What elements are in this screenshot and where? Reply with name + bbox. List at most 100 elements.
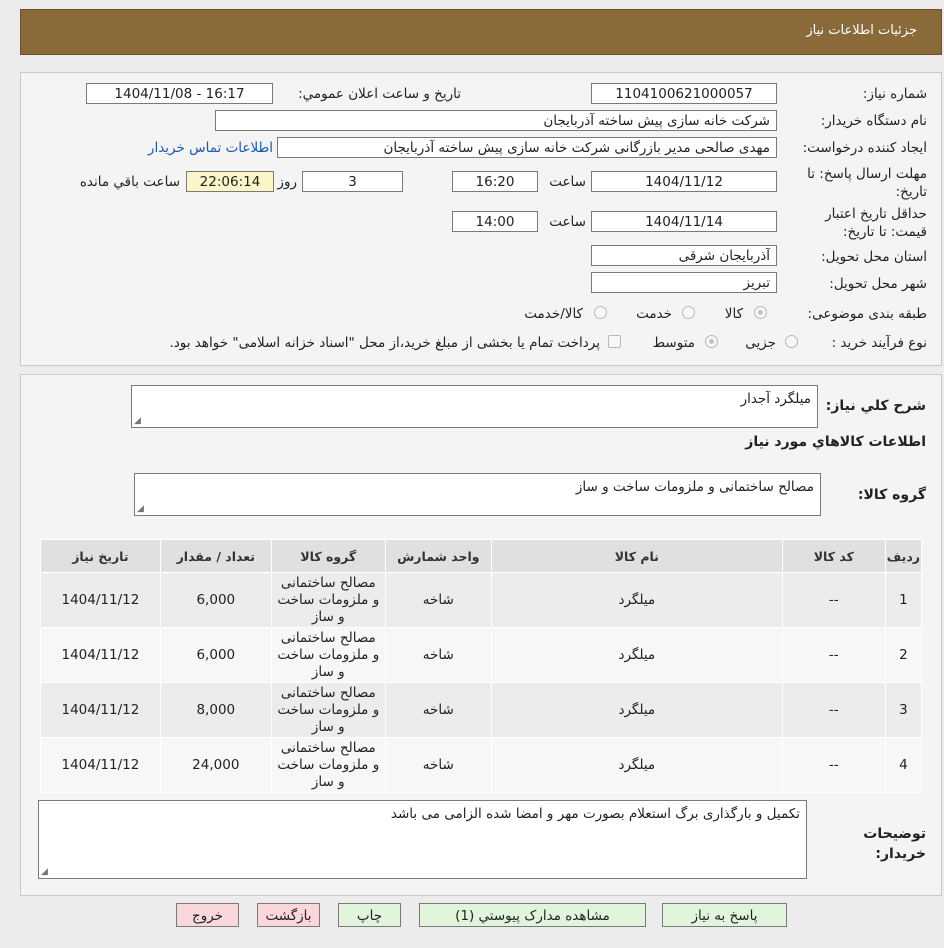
validity-label: حداقل تاریخ اعتبار قیمت: تا تاریخ:	[825, 206, 927, 240]
category-both-label: کالا/خدمت	[524, 306, 583, 322]
cell-code: --	[781, 627, 886, 683]
cell-unit: شاخه	[384, 737, 492, 793]
cell-code: --	[781, 737, 886, 793]
attachments-button[interactable]: مشاهده مدارک پیوستي (1)	[419, 903, 646, 927]
exit-button[interactable]: خروج	[176, 903, 239, 927]
process-label: نوع فرآیند خرید :	[831, 335, 927, 351]
goods-section-title: اطلاعات کالاهاي مورد نیاز	[745, 434, 926, 450]
cell-name: میلگرد	[490, 737, 783, 793]
announce-field: 1404/11/08 - 16:17	[86, 83, 273, 104]
cell-group: مصالح ساختمانی و ملزومات ساخت و ساز	[270, 737, 386, 793]
col-header-code: کد کالا	[781, 539, 886, 573]
category-label: طبقه بندی موضوعی:	[807, 306, 927, 322]
reply-button[interactable]: پاسخ به نیاز	[662, 903, 787, 927]
col-header-row: ردیف	[884, 539, 923, 573]
general-description-label: شرح کلي نیاز:	[825, 398, 926, 414]
cell-name: میلگرد	[490, 627, 783, 683]
general-description-box: میلگرد آجدار ◢	[131, 385, 818, 428]
table-row: 3 -- میلگرد شاخه مصالح ساختمانی و ملزوما…	[40, 682, 923, 738]
announce-label: تاریخ و ساعت اعلان عمومي:	[298, 86, 461, 102]
cell-unit: شاخه	[384, 682, 492, 738]
need-number-field: 1104100621000057	[591, 83, 777, 104]
cell-name: میلگرد	[490, 682, 783, 738]
items-table: ردیف کد کالا نام کالا واحد شمارش گروه کا…	[40, 539, 923, 793]
col-header-unit: واحد شمارش	[384, 539, 492, 573]
cell-group: مصالح ساختمانی و ملزومات ساخت و ساز	[270, 627, 386, 683]
buyer-notes-box: تکمیل و بارگذاری برگ استعلام بصورت مهر و…	[38, 800, 807, 879]
page-title: جزئیات اطلاعات نیاز	[806, 23, 917, 38]
goods-group-box: مصالح ساختمانی و ملزومات ساخت و ساز ◢	[134, 473, 821, 516]
cell-row: 3	[884, 682, 923, 738]
city-field: تبریز	[591, 272, 777, 293]
resize-grip-icon[interactable]: ◢	[134, 416, 141, 426]
cell-date: 1404/11/12	[40, 737, 161, 793]
buyer-notes-label: توضیحات خریدار:	[863, 826, 926, 862]
table-row: 1 -- میلگرد شاخه مصالح ساختمانی و ملزوما…	[40, 572, 923, 628]
table-row: 4 -- میلگرد شاخه مصالح ساختمانی و ملزوما…	[40, 737, 923, 793]
validity-date-field: 1404/11/14	[591, 211, 777, 232]
process-medium-label: متوسط	[652, 335, 695, 351]
category-goods-radio[interactable]	[754, 306, 767, 319]
process-small-label: جزیی	[745, 335, 776, 351]
province-label: استان محل تحویل:	[821, 249, 927, 265]
remaining-label: ساعت باقي مانده	[79, 174, 180, 190]
buyer-field: شرکت خانه سازی پیش ساخته آذربایجان	[215, 110, 777, 131]
requester-label: ایجاد کننده درخواست:	[802, 140, 927, 156]
cell-code: --	[781, 572, 886, 628]
process-small-radio[interactable]	[785, 335, 798, 348]
print-button[interactable]: چاپ	[338, 903, 401, 927]
province-field: آذربایجان شرقی	[591, 245, 777, 266]
cell-unit: شاخه	[384, 572, 492, 628]
deadline-label: مهلت ارسال پاسخ: تا تاریخ:	[807, 166, 927, 200]
cell-date: 1404/11/12	[40, 682, 161, 738]
back-button[interactable]: بازگشت	[257, 903, 320, 927]
col-header-qty: تعداد / مقدار	[159, 539, 272, 573]
page-header: جزئیات اطلاعات نیاز	[20, 9, 942, 55]
col-header-name: نام کالا	[490, 539, 783, 573]
buyer-label: نام دستگاه خریدار:	[820, 113, 927, 129]
cell-row: 1	[884, 572, 923, 628]
cell-qty: 6,000	[159, 627, 272, 683]
category-both-radio[interactable]	[594, 306, 607, 319]
need-number-label: شماره نیاز:	[862, 86, 927, 102]
goods-group-label: گروه کالا:	[857, 487, 926, 503]
process-medium-radio[interactable]	[705, 335, 718, 348]
deadline-date-field: 1404/11/12	[591, 171, 777, 192]
buyer-notes-text: تکمیل و بارگذاری برگ استعلام بصورت مهر و…	[390, 806, 800, 822]
buyer-contact-link[interactable]: اطلاعات تماس خریدار	[148, 140, 273, 156]
cell-date: 1404/11/12	[40, 627, 161, 683]
days-remaining-field: 3	[302, 171, 403, 192]
col-header-group: گروه کالا	[270, 539, 386, 573]
cell-row: 4	[884, 737, 923, 793]
goods-group-text: مصالح ساختمانی و ملزومات ساخت و ساز	[575, 479, 814, 495]
col-header-date: تاریخ نیاز	[40, 539, 161, 573]
deadline-time-field: 16:20	[452, 171, 538, 192]
cell-group: مصالح ساختمانی و ملزومات ساخت و ساز	[270, 682, 386, 738]
category-goods-label: کالا	[724, 306, 743, 322]
category-service-label: خدمت	[636, 306, 672, 322]
cell-row: 2	[884, 627, 923, 683]
resize-grip-icon[interactable]: ◢	[137, 504, 144, 514]
resize-grip-icon[interactable]: ◢	[41, 867, 48, 877]
cell-group: مصالح ساختمانی و ملزومات ساخت و ساز	[270, 572, 386, 628]
validity-time-field: 14:00	[452, 211, 538, 232]
requester-field: مهدی صالحی مدیر بازرگانی شرکت خانه سازی …	[277, 137, 777, 158]
validity-time-label: ساعت	[549, 214, 586, 230]
remaining-time-field: 22:06:14	[186, 171, 274, 192]
cell-qty: 24,000	[159, 737, 272, 793]
cell-name: میلگرد	[490, 572, 783, 628]
city-label: شهر محل تحویل:	[829, 276, 927, 292]
cell-unit: شاخه	[384, 627, 492, 683]
cell-date: 1404/11/12	[40, 572, 161, 628]
category-service-radio[interactable]	[682, 306, 695, 319]
cell-qty: 6,000	[159, 572, 272, 628]
treasury-payment-note: پرداخت تمام یا بخشی از مبلغ خرید،از محل …	[169, 335, 600, 351]
table-header-row: ردیف کد کالا نام کالا واحد شمارش گروه کا…	[40, 539, 923, 573]
deadline-time-label: ساعت	[549, 174, 586, 190]
cell-qty: 8,000	[159, 682, 272, 738]
info-panel: شماره نیاز: 1104100621000057 تاریخ و ساع…	[20, 72, 942, 366]
cell-code: --	[781, 682, 886, 738]
general-description-text: میلگرد آجدار	[740, 391, 811, 407]
table-row: 2 -- میلگرد شاخه مصالح ساختمانی و ملزوما…	[40, 627, 923, 683]
treasury-payment-checkbox[interactable]	[608, 335, 621, 348]
